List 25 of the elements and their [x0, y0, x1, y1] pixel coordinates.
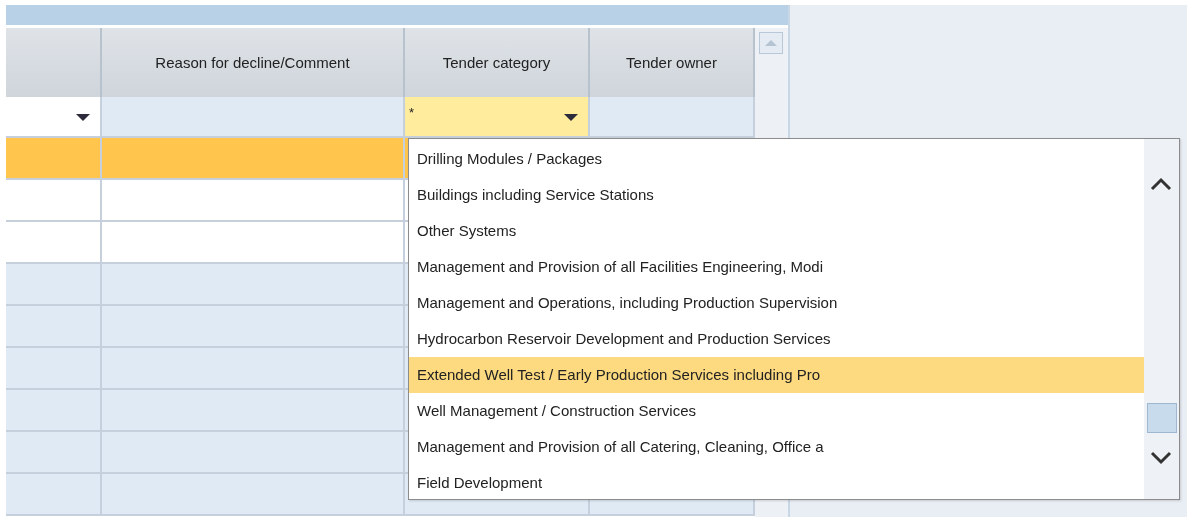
column-header[interactable]: Tender category: [405, 28, 590, 97]
dropdown-option[interactable]: Buildings including Service Stations: [409, 177, 1144, 213]
caret-icon: [564, 114, 578, 122]
dropdown-option[interactable]: Management and Operations, including Production Supervision: [409, 285, 1144, 321]
filter-field[interactable]: [6, 97, 102, 138]
chevron-down-icon[interactable]: [1150, 451, 1172, 465]
arrow-up-icon: [764, 39, 778, 47]
dropdown-option[interactable]: Field Development: [409, 465, 1144, 501]
dropdown-option[interactable]: Extended Well Test / Early Production Services including Pro: [409, 357, 1144, 393]
dropdown-option[interactable]: Other Systems: [409, 213, 1144, 249]
chevron-up-icon[interactable]: [1150, 177, 1172, 191]
filter-field[interactable]: [590, 97, 755, 138]
column-header[interactable]: [6, 28, 102, 97]
scroll-up-button[interactable]: [759, 32, 783, 54]
scroll-thumb[interactable]: [1147, 403, 1177, 433]
filter-field[interactable]: [102, 97, 405, 138]
dropdown-option[interactable]: Management and Provision of all Facilities Engineering, Modi: [409, 249, 1144, 285]
dropdown-option[interactable]: Management and Provision of all Catering, Cleaning, Office a: [409, 429, 1144, 465]
dropdown-option[interactable]: Drilling Modules / Packages: [409, 141, 1144, 177]
caret-icon: [76, 114, 90, 122]
filter-field[interactable]: *: [405, 97, 590, 138]
column-header[interactable]: Reason for decline/Comment: [102, 28, 405, 97]
dropdown-option[interactable]: Hydrocarbon Reservoir Development and Production Services: [409, 321, 1144, 357]
dropdown-option[interactable]: Well Management / Construction Services: [409, 393, 1144, 429]
column-header[interactable]: Tender owner: [590, 28, 755, 97]
